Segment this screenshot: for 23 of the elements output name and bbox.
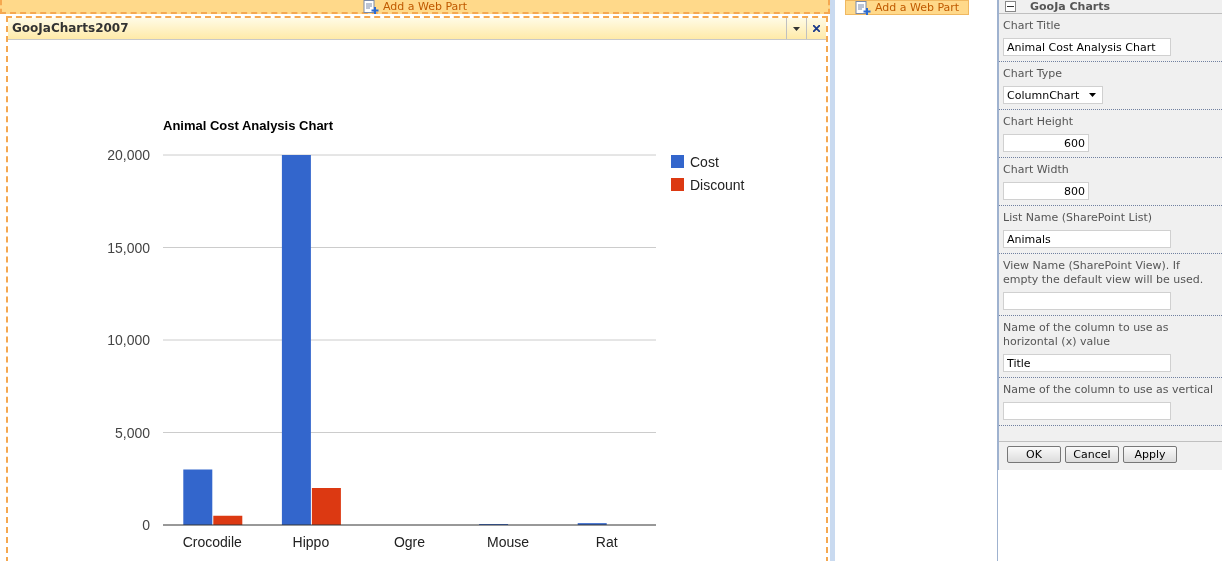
y-axis-label: 20,000 <box>107 147 150 163</box>
y-axis-label: 10,000 <box>107 332 150 348</box>
y-axis-label: 5,000 <box>114 424 150 441</box>
field-label: List Name (SharePoint List) <box>1003 211 1154 225</box>
field-label: View Name (SharePoint View). If empty the default view will be used. <box>1003 259 1205 287</box>
field-label: Name of the column to use as horizontal (x) value <box>1003 321 1170 349</box>
field-label: Chart Width <box>1003 163 1070 177</box>
chart-title: Animal Cost Analysis Chart <box>163 118 333 133</box>
x-axis-label: Hippo <box>292 534 330 550</box>
y-axis-label: 0 <box>142 517 150 533</box>
x-axis-label: Crocodile <box>182 534 242 550</box>
y-axis-label: 15,000 <box>107 239 150 256</box>
x-axis-label: Mouse <box>487 534 530 550</box>
field-label: Chart Title <box>1003 19 1062 33</box>
field-label: Chart Height <box>1003 115 1075 129</box>
legend-label: Discount <box>690 177 745 193</box>
field-label: Name of the column to use as vertical <box>1003 383 1215 397</box>
tool-pane-title: GooJa Charts <box>1030 0 1111 13</box>
x-axis-label: Ogre <box>393 534 426 550</box>
legend-label: Cost <box>690 154 719 170</box>
x-axis-label: Rat <box>595 534 618 550</box>
field-label: Chart Type <box>1003 67 1063 81</box>
web-part-title: GooJaCharts2007 <box>11 20 130 37</box>
